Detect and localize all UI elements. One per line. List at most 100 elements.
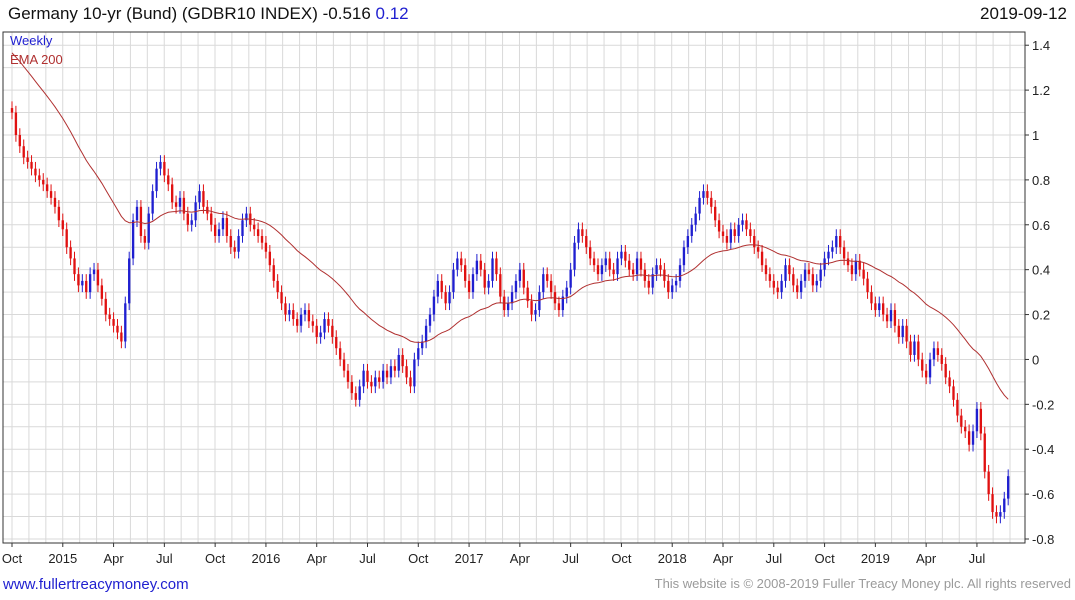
candle-body xyxy=(803,269,807,281)
x-tick-label: Apr xyxy=(916,551,937,566)
candle-body xyxy=(401,354,404,367)
candle-body xyxy=(311,321,314,326)
candle-body xyxy=(22,146,25,158)
y-tick-label: -0.2 xyxy=(1032,397,1054,412)
candle-body xyxy=(268,251,272,266)
candle-body xyxy=(659,265,662,270)
candle-body xyxy=(967,431,971,445)
candle-body xyxy=(807,269,811,275)
candle-body xyxy=(565,287,568,297)
candle-body xyxy=(620,251,623,259)
candle-body xyxy=(534,310,537,315)
candle-body xyxy=(73,258,76,275)
y-tick-label: 0 xyxy=(1032,352,1039,367)
candle-body xyxy=(983,433,986,472)
candle-body xyxy=(147,213,150,243)
candle-body xyxy=(413,359,416,387)
candle-body xyxy=(874,303,877,311)
candle-body xyxy=(538,292,541,311)
candle-body xyxy=(405,366,408,378)
candle-body xyxy=(530,301,533,315)
candle-body xyxy=(260,236,264,243)
candle-body xyxy=(1007,476,1010,499)
candle-body xyxy=(960,415,963,427)
candle-body xyxy=(163,161,166,176)
candle-body xyxy=(729,229,732,243)
x-tick-label: Apr xyxy=(103,551,124,566)
candle-body xyxy=(835,236,838,248)
candle-body xyxy=(694,213,697,225)
y-tick-label: 1.4 xyxy=(1032,38,1050,53)
candle-body xyxy=(702,191,705,198)
candle-body xyxy=(135,206,139,221)
candle-body xyxy=(495,258,498,275)
candle-body xyxy=(335,337,338,349)
candle-body xyxy=(397,354,400,371)
x-tick-label: Oct xyxy=(611,551,632,566)
website-link[interactable]: www.fullertreacymoney.com xyxy=(3,576,189,593)
candle-body xyxy=(198,191,201,203)
candle-body xyxy=(639,258,643,270)
candle-body xyxy=(26,157,29,162)
candle-body xyxy=(612,269,615,275)
candle-body xyxy=(452,269,455,293)
candle-body xyxy=(999,512,1002,517)
y-tick-label: 1.2 xyxy=(1032,83,1050,98)
x-tick-label: Oct xyxy=(408,551,429,566)
x-tick-label: Oct xyxy=(2,551,23,566)
candle-body xyxy=(471,274,475,293)
candle-body xyxy=(827,251,830,259)
candle-body xyxy=(780,280,783,293)
x-tick-label: Oct xyxy=(205,551,226,566)
x-tick-label: 2015 xyxy=(48,551,77,566)
candle-body xyxy=(678,265,682,281)
candle-body xyxy=(327,319,330,326)
x-tick-label: Apr xyxy=(510,551,531,566)
candle-body xyxy=(936,348,940,355)
candle-body xyxy=(628,260,631,270)
candle-body xyxy=(393,366,397,371)
candle-body xyxy=(81,280,84,286)
candle-body xyxy=(698,197,701,214)
candle-body xyxy=(909,341,912,355)
candle-body xyxy=(167,175,170,185)
candle-body xyxy=(799,280,803,293)
candle-body xyxy=(233,247,236,252)
candle-body xyxy=(839,236,842,248)
candle-body xyxy=(741,220,744,225)
candle-body xyxy=(358,386,361,400)
x-tick-label: Jul xyxy=(969,551,986,566)
candle-body xyxy=(296,319,299,326)
candle-body xyxy=(432,296,436,315)
candle-body xyxy=(647,280,650,288)
candle-body xyxy=(635,258,639,275)
candle-body xyxy=(61,220,64,230)
x-tick-label: 2017 xyxy=(455,551,484,566)
y-tick-label: 0.4 xyxy=(1032,263,1050,278)
bund-yield-chart: 1.4 1.2 1 0.8 0.6 0.4 0.2 0 -0.2 -0.4 -0.6 -0.8 Oct 2… xyxy=(2,31,1054,566)
candle-body xyxy=(77,274,80,286)
y-tick-label: -0.6 xyxy=(1032,487,1054,502)
candle-body xyxy=(108,314,111,320)
candle-body xyxy=(745,220,748,230)
candle-body xyxy=(417,348,420,360)
candle-body xyxy=(592,258,596,266)
candle-body xyxy=(139,206,143,236)
candle-body xyxy=(178,197,182,207)
candle-body xyxy=(237,236,240,252)
x-tick-label: Jul xyxy=(156,551,173,566)
y-tick-label: 0.8 xyxy=(1032,173,1050,188)
candle-body xyxy=(159,161,162,169)
candle-body xyxy=(190,220,193,225)
candles xyxy=(10,101,1010,524)
candle-body xyxy=(581,229,584,236)
candle-body xyxy=(440,280,443,293)
candle-body xyxy=(374,377,377,387)
y-tick-label: -0.8 xyxy=(1032,532,1054,547)
x-tick-label: Apr xyxy=(713,551,734,566)
candle-body xyxy=(655,265,658,275)
candle-body xyxy=(221,218,225,230)
candle-body xyxy=(323,319,326,333)
candle-body xyxy=(14,112,18,135)
candle-body xyxy=(975,408,979,432)
